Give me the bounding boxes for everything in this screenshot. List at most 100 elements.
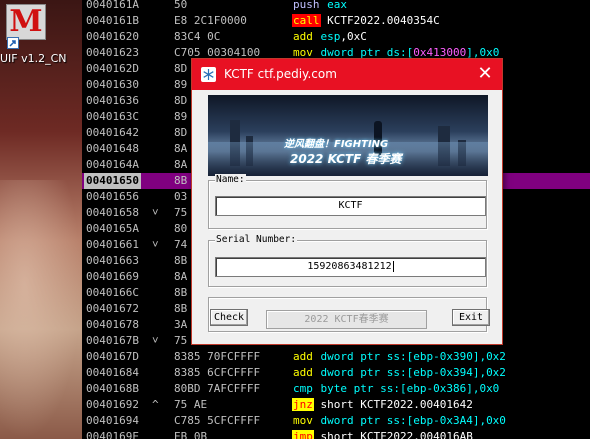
instruction-operand: , xyxy=(340,30,347,43)
app-shortcut-label[interactable]: UIF v1.2_CN xyxy=(0,52,82,65)
instruction-operand: dword ptr ss:[ebp-0x390],0x2 xyxy=(320,350,506,363)
row-address: 00401663 xyxy=(86,254,139,267)
serial-label: Serial Number: xyxy=(215,234,298,245)
row-instruction: call KCTF2022.0040354C xyxy=(292,13,440,29)
row-opcode-bytes: 75 xyxy=(174,334,188,347)
row-opcode-bytes: 8D xyxy=(174,94,188,107)
row-opcode-bytes: 8D xyxy=(174,126,188,139)
app-shortcut-icon[interactable]: M xyxy=(6,4,46,40)
row-opcode-bytes: 03 xyxy=(174,190,188,203)
row-instruction: add dword ptr ss:[ebp-0x394],0x2 xyxy=(292,365,506,381)
instruction-operand: dword ptr ss:[ebp-0x3A4],0x0 xyxy=(320,414,506,427)
instruction-mnemonic: cmp xyxy=(293,382,313,395)
row-address: 0040161B xyxy=(86,14,139,27)
status-field: 2022 KCTF春季赛 xyxy=(266,310,427,329)
row-instruction: cmp byte ptr ss:[ebp-0x386],0x0 xyxy=(292,381,499,397)
row-address: 00401694 xyxy=(86,414,139,427)
row-opcode-bytes: 8A xyxy=(174,270,188,283)
disasm-row[interactable]: 00401684 8385 6CFCFFFF add dword ptr ss:[e… xyxy=(82,365,590,381)
jump-marker: ˅ xyxy=(152,206,159,219)
app-icon-letter: M xyxy=(9,4,43,39)
instruction-operand: eax xyxy=(327,0,347,11)
row-instruction: jmp short KCTF2022.004016AB xyxy=(292,429,473,439)
instruction-operand: short KCTF2022.004016AB xyxy=(320,430,473,439)
close-button[interactable]: ✕ xyxy=(472,62,498,86)
row-opcode-bytes: 80 xyxy=(174,222,188,235)
instruction-mnemonic: call xyxy=(292,14,321,27)
row-opcode-bytes: 80BD 7AFCFFFF xyxy=(174,382,261,395)
row-address: 00401692 xyxy=(86,398,139,411)
row-opcode-bytes: 75 xyxy=(174,206,188,219)
row-address: 00401636 xyxy=(86,94,139,107)
disasm-row[interactable]: 0040161A 50 push eax xyxy=(82,0,590,13)
row-address: 00401678 xyxy=(86,318,139,331)
instruction-mnemonic: mov xyxy=(293,414,313,427)
disasm-row[interactable]: 0040167D 8385 70FCFFFF add dword ptr ss:[e… xyxy=(82,349,590,365)
row-address: 00401620 xyxy=(86,30,139,43)
row-address: 0040167D xyxy=(86,350,139,363)
row-address: 0040168B xyxy=(86,382,139,395)
row-opcode-bytes: EB 0B xyxy=(174,430,208,439)
row-address: 00401684 xyxy=(86,366,139,379)
instruction-operand: KCTF2022.0040354C xyxy=(327,14,440,27)
shortcut-arrow-icon xyxy=(7,37,19,49)
serial-value: 15920863481212 xyxy=(307,261,392,272)
dialog-titlebar[interactable]: KCTF ctf.pediy.com ✕ xyxy=(192,59,502,90)
banner-event-title: 2022 KCTF 春季赛 xyxy=(290,152,402,166)
snowflake-icon xyxy=(201,67,216,82)
disasm-row[interactable]: 0040169E EB 0B jmp short KCTF2022.004016AB xyxy=(82,429,590,439)
name-label: Name: xyxy=(215,174,246,185)
exit-button[interactable]: Exit xyxy=(452,309,490,326)
row-opcode-bytes: 8B xyxy=(174,174,188,187)
row-address: 00401669 xyxy=(86,270,139,283)
row-opcode-bytes: E8 2C1F0000 xyxy=(174,14,247,27)
name-input[interactable]: KCTF xyxy=(215,196,486,216)
row-address: 00401642 xyxy=(86,126,139,139)
row-instruction: mov dword ptr ss:[ebp-0x3A4],0x0 xyxy=(292,413,506,429)
row-opcode-bytes: 75 AE xyxy=(174,398,208,411)
instruction-mnemonic: add xyxy=(293,30,313,43)
row-address: 00401650 xyxy=(84,173,141,189)
instruction-operand: dword ptr ss:[ebp-0x394],0x2 xyxy=(320,366,506,379)
row-opcode-bytes: 89 xyxy=(174,110,188,123)
kctf-banner-image: 逆风翻盘！FIGHTING 2022 KCTF 春季赛 xyxy=(208,95,488,176)
row-opcode-bytes: 8A xyxy=(174,158,188,171)
row-address: 00401661 xyxy=(86,238,139,251)
row-address: 00401672 xyxy=(86,302,139,315)
disasm-row[interactable]: 0040168B 80BD 7AFCFFFF cmp byte ptr ss:[eb… xyxy=(82,381,590,397)
disasm-row[interactable]: 00401620 83C4 0C add esp,0xC xyxy=(82,29,590,45)
row-opcode-bytes: 8B xyxy=(174,254,188,267)
dialog-title: KCTF ctf.pediy.com xyxy=(224,67,337,81)
row-opcode-bytes: 74 xyxy=(174,238,188,251)
row-instruction: push eax xyxy=(292,0,347,13)
row-opcode-bytes: 89 xyxy=(174,78,188,91)
row-address: 0040161A xyxy=(86,0,139,11)
instruction-operand: byte ptr ss:[ebp-0x386],0x0 xyxy=(320,382,500,395)
disasm-row[interactable]: 0040161B E8 2C1F0000 call KCTF2022.0040354… xyxy=(82,13,590,29)
instruction-mnemonic: add xyxy=(293,366,313,379)
row-instruction: add dword ptr ss:[ebp-0x390],0x2 xyxy=(292,349,506,365)
banner-slogan: 逆风翻盘！FIGHTING xyxy=(284,139,389,150)
row-address: 0040162D xyxy=(86,62,139,75)
row-address: 00401630 xyxy=(86,78,139,91)
row-opcode-bytes: 8B xyxy=(174,286,188,299)
row-address: 0040165A xyxy=(86,222,139,235)
disasm-row[interactable]: 00401694 C785 5CFCFFFF mov dword ptr ss:[e… xyxy=(82,413,590,429)
instruction-operand: 0xC xyxy=(347,30,367,43)
row-opcode-bytes: 8A xyxy=(174,142,188,155)
row-opcode-bytes: 50 xyxy=(174,0,188,11)
row-opcode-bytes: 8385 6CFCFFFF xyxy=(174,366,261,379)
row-instruction: jnz short KCTF2022.00401642 xyxy=(292,397,473,413)
serial-input[interactable]: 15920863481212 xyxy=(215,257,486,277)
jump-marker: ˅ xyxy=(152,334,159,347)
row-address: 00401648 xyxy=(86,142,139,155)
row-address: 0040167B xyxy=(86,334,139,347)
instruction-mnemonic: jmp xyxy=(292,430,314,439)
check-button[interactable]: Check xyxy=(210,309,248,326)
row-address: 0040164A xyxy=(86,158,139,171)
row-address: 00401658 xyxy=(86,206,139,219)
row-address: 00401656 xyxy=(86,190,139,203)
instruction-mnemonic: jnz xyxy=(292,398,314,411)
disasm-row[interactable]: 00401692 ^ 75 AE jnz short KCTF2022.0040164… xyxy=(82,397,590,413)
instruction-operand: short KCTF2022.00401642 xyxy=(320,398,473,411)
